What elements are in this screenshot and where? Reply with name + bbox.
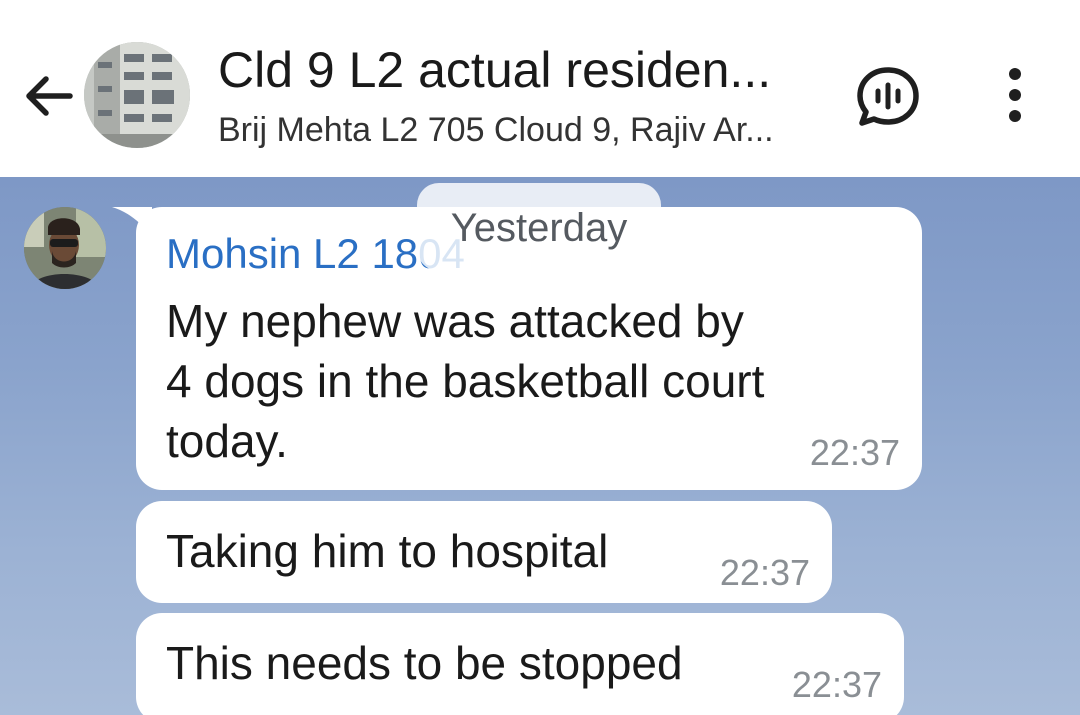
- group-avatar[interactable]: [84, 42, 190, 148]
- chat-header: Cld 9 L2 actual residen... Brij Mehta L2…: [0, 0, 1080, 177]
- more-options-button[interactable]: [990, 62, 1040, 128]
- chat-subtitle[interactable]: Brij Mehta L2 705 Cloud 9, Rajiv Ar...: [218, 108, 818, 152]
- voice-chat-button[interactable]: [852, 60, 924, 132]
- building-image: [84, 42, 190, 148]
- message-text: This needs to be stopped: [166, 637, 683, 689]
- message-bubble[interactable]: Taking him to hospital 22:37: [136, 501, 832, 603]
- date-separator: Yesterday: [417, 183, 661, 271]
- avatar-photo: [24, 207, 106, 289]
- more-vertical-icon: [1009, 68, 1021, 122]
- voice-chat-icon: [857, 67, 919, 126]
- back-button[interactable]: [20, 68, 76, 124]
- message-time: 22:37: [791, 664, 882, 705]
- message-text: Taking him to hospital: [166, 525, 609, 577]
- date-label: Yesterday: [450, 206, 628, 250]
- arrow-left-icon: [26, 76, 73, 116]
- chat-title[interactable]: Cld 9 L2 actual residen...: [218, 40, 818, 100]
- message-line: My nephew was attacked by: [166, 295, 744, 347]
- sender-avatar[interactable]: [24, 207, 106, 289]
- message-line: 4 dogs in the basketball court: [166, 355, 765, 407]
- message-time: 22:37: [809, 432, 900, 473]
- message-list[interactable]: Mohsin L2 1804 My nephew was attacked by…: [0, 177, 1080, 715]
- message-bubble[interactable]: This needs to be stopped 22:37: [136, 613, 904, 715]
- message-time: 22:37: [719, 552, 810, 593]
- message-line: today.: [166, 415, 288, 467]
